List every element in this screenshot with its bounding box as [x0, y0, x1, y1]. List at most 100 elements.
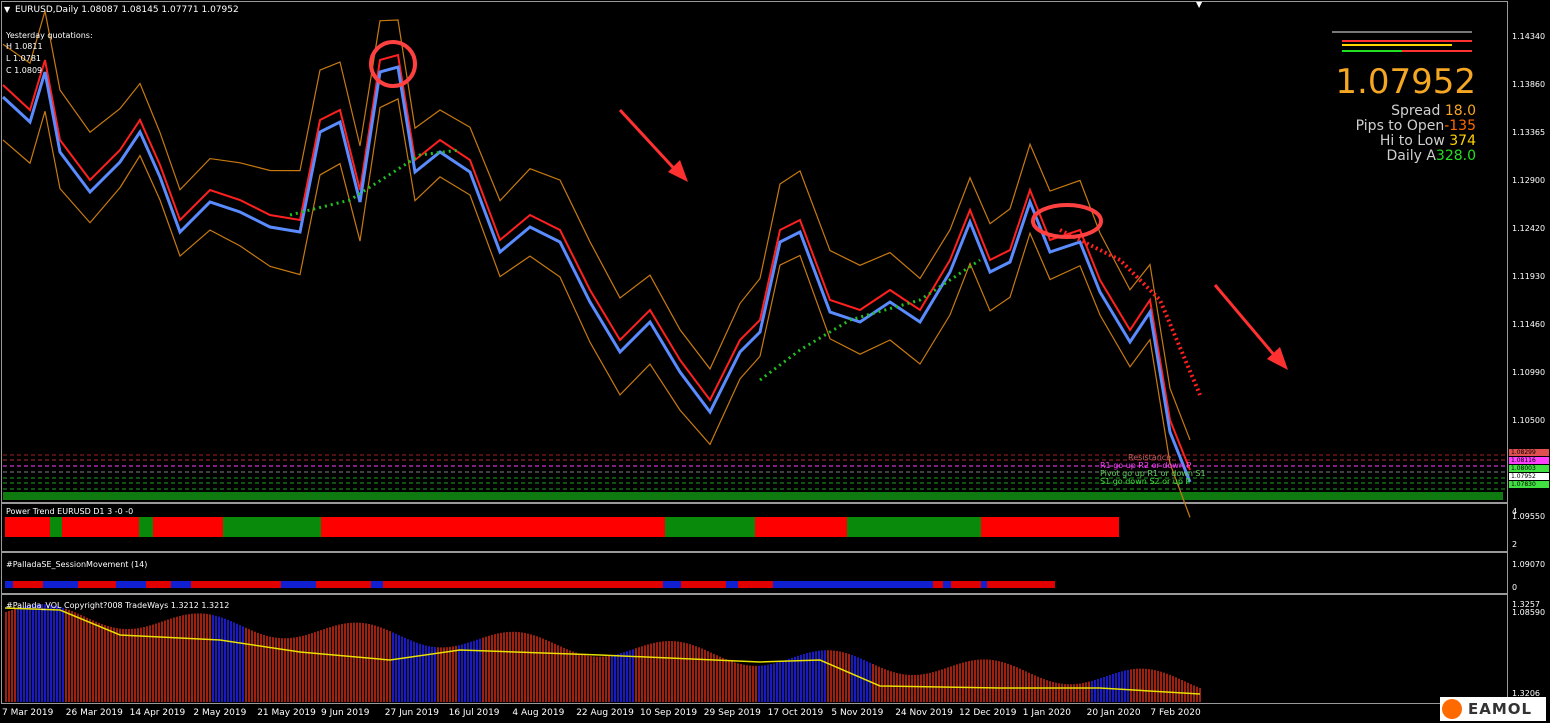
volume-bar	[995, 660, 997, 702]
volume-bar	[410, 640, 412, 702]
volume-bar	[1013, 666, 1015, 702]
session-segment	[281, 581, 316, 588]
volume-bar	[614, 654, 616, 702]
volume-bar	[1172, 676, 1174, 702]
volume-bar	[281, 638, 283, 702]
volume-bar	[1061, 683, 1063, 702]
volume-bar	[1046, 680, 1048, 702]
volume-bar	[1052, 681, 1054, 702]
volume-bar	[179, 615, 181, 702]
volume-bar	[110, 626, 112, 702]
volume-bar	[1007, 663, 1009, 702]
volume-bar	[1115, 672, 1117, 702]
volume-bar	[266, 635, 268, 702]
volume-bar	[641, 646, 643, 702]
volume-bar	[11, 609, 13, 702]
time-axis-label: 24 Nov 2019	[895, 708, 953, 718]
volume-bar	[359, 622, 361, 702]
volume-bar	[350, 622, 352, 702]
volume-bar	[1088, 681, 1090, 702]
price-axis-label: 1.10500	[1512, 416, 1546, 425]
session-segment	[116, 581, 146, 588]
volume-bar	[5, 612, 7, 702]
volume-bar	[305, 634, 307, 702]
volume-bar	[116, 628, 118, 702]
volume-bar	[926, 673, 928, 702]
volume-bar	[530, 634, 532, 702]
volume-bar	[416, 642, 418, 702]
session-segment	[13, 581, 43, 588]
volume-bar	[704, 649, 706, 702]
volume-bar	[1112, 673, 1114, 702]
volume-bar	[80, 614, 82, 702]
volume-bar	[32, 604, 34, 702]
volume-bar	[338, 624, 340, 702]
volume-bar	[545, 639, 547, 702]
volume-bar	[215, 615, 217, 702]
volume-bar	[233, 622, 235, 702]
volume-bar	[1103, 676, 1105, 702]
volume-bar	[854, 656, 856, 702]
volume-bar	[383, 628, 385, 702]
volume-bar	[1001, 661, 1003, 702]
volume-bar	[164, 620, 166, 702]
volume-bar	[779, 661, 781, 702]
session-axis-zero: 0	[1512, 583, 1518, 592]
volume-bar	[746, 665, 748, 702]
volume-bar	[1142, 668, 1144, 702]
volume-bar	[503, 632, 505, 702]
time-axis-label: 14 Apr 2019	[129, 708, 186, 718]
volume-bar	[1022, 669, 1024, 702]
volume-bar	[452, 646, 454, 702]
volume-bar	[71, 611, 73, 702]
volume-bar	[194, 613, 196, 702]
volume-bar	[389, 631, 391, 702]
volume-bar	[536, 636, 538, 702]
volume-bar	[47, 604, 49, 702]
volume-bar	[521, 632, 523, 702]
volume-bar	[860, 658, 862, 702]
price-chart-canvas[interactable]	[0, 0, 1550, 723]
volume-bar	[941, 669, 943, 702]
chart-menu-triangle-icon[interactable]: ▼	[4, 5, 10, 14]
volume-bar	[752, 665, 754, 702]
volume-bar	[464, 643, 466, 702]
volume-bar	[881, 667, 883, 702]
volume-bar	[317, 631, 319, 702]
trend-dots	[1059, 228, 1202, 396]
volume-bar	[101, 624, 103, 702]
volume-bar	[392, 632, 394, 702]
time-axis-label: 2 May 2019	[193, 708, 247, 718]
volume-bar	[326, 628, 328, 702]
volume-bar	[494, 634, 496, 702]
volume-bar	[158, 622, 160, 702]
yesterday-title: Yesterday quotations:	[6, 31, 93, 40]
volume-bar	[797, 655, 799, 702]
session-segment	[981, 581, 987, 588]
volume-bar	[89, 619, 91, 702]
volume-bar	[182, 615, 184, 702]
volume-bar	[743, 664, 745, 702]
volume-bar	[782, 660, 784, 702]
upper-band	[2, 10, 1191, 441]
volume-bar	[761, 665, 763, 702]
volume-bar	[968, 661, 970, 702]
power-trend-segment	[453, 517, 665, 537]
daily-value: 328.0	[1435, 148, 1476, 164]
volume-bar	[476, 639, 478, 702]
volume-bar	[1178, 678, 1180, 702]
volume-bar	[206, 613, 208, 702]
volume-bar	[992, 660, 994, 702]
volume-bar	[848, 653, 850, 702]
volume-bar	[956, 664, 958, 702]
volume-bar	[14, 609, 16, 702]
volume-bar	[794, 656, 796, 702]
volume-bar	[1019, 668, 1021, 702]
volume-bar	[236, 623, 238, 702]
collapse-triangle-icon[interactable]: ▼	[1196, 0, 1202, 9]
volume-bar	[458, 645, 460, 702]
volume-bar	[455, 645, 457, 702]
volume-bar	[788, 658, 790, 702]
volume-bar	[1082, 682, 1084, 702]
volume-bar	[671, 641, 673, 702]
